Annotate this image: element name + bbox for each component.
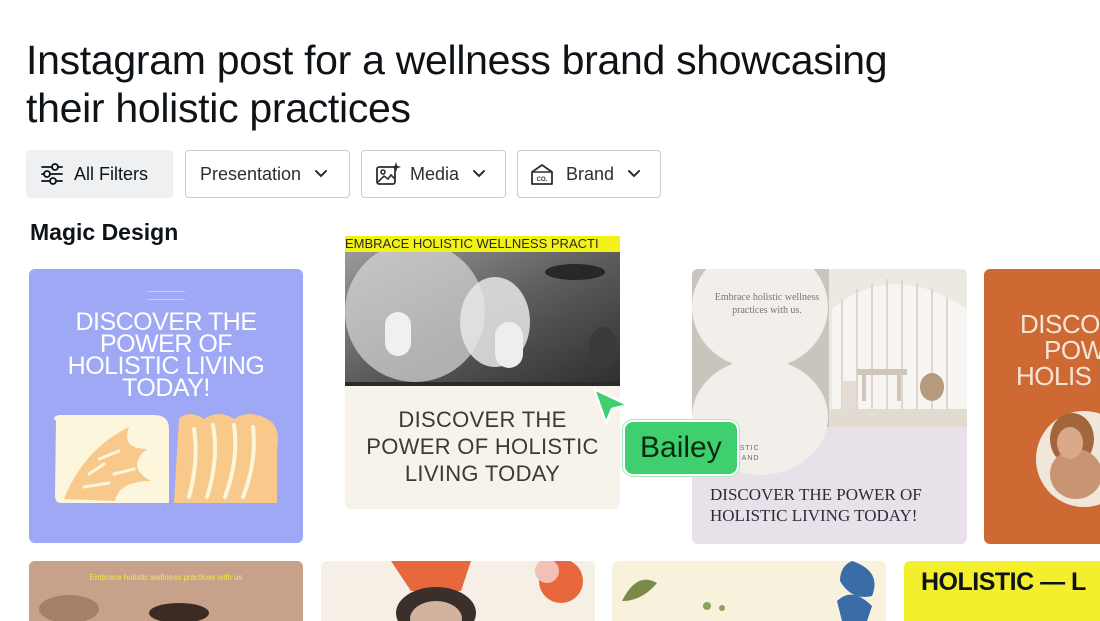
portrait-circle (1036, 411, 1100, 507)
collaborator-name-tag: Bailey (623, 420, 739, 476)
tagline: Embrace holistic wellness practices with… (714, 292, 820, 316)
brand-kit-icon: CO. (531, 164, 553, 185)
design-card-7[interactable] (612, 561, 886, 621)
heading-line: DISCOVER THE POWER OF (710, 485, 922, 504)
chevron-down-icon (628, 170, 641, 178)
floral-photo (321, 561, 595, 621)
design-card-5[interactable]: Embrace holistic wellness practices with… (29, 561, 303, 621)
brand-dropdown[interactable]: CO. Brand (517, 150, 661, 198)
chevron-down-icon (315, 170, 328, 178)
card-heading: DISCOVER THE POWER OF HOLISTIC LIVING TO… (710, 484, 960, 526)
brand-label: Brand (566, 163, 615, 184)
page-title: Instagram post for a wellness brand show… (26, 36, 926, 132)
design-card-8[interactable]: HOLISTIC — L (904, 561, 1100, 621)
page-title-line-1: Instagram post for a wellness brand show… (26, 37, 888, 83)
image-sparkle-icon (376, 162, 401, 185)
heading-line: DISCOVER THE (398, 407, 567, 432)
face-photo (345, 252, 620, 386)
leaf-illustration (54, 414, 278, 503)
sliders-icon (41, 163, 63, 185)
svg-text:CO.: CO. (537, 177, 548, 183)
botanical-illustration (612, 561, 886, 621)
all-filters-button[interactable]: All Filters (26, 150, 173, 198)
collaborator-cursor-icon (592, 387, 630, 425)
card-heading: DISCOVER THE POWER OF HOLISTIC LIVING TO… (345, 406, 620, 487)
section-title: Magic Design (30, 219, 179, 245)
heading-line: POWER OF HOLISTIC (366, 434, 599, 459)
all-filters-label: All Filters (74, 163, 149, 184)
presentation-dropdown[interactable]: Presentation (185, 150, 350, 198)
design-card-6[interactable] (321, 561, 595, 621)
tagline: Embrace holistic wellness practices with… (89, 573, 243, 582)
presentation-label: Presentation (200, 163, 302, 184)
media-dropdown[interactable]: Media (361, 150, 506, 198)
heading-line: HOLISTIC LIVING TODAY! (710, 506, 918, 525)
design-card-4[interactable]: DISCO POW HOLIS (984, 269, 1100, 544)
face-photo (29, 561, 303, 621)
design-card-2[interactable]: EMBRACE HOLISTIC WELLNESS PRACTI DISCOVE… (345, 236, 620, 509)
design-card-3[interactable]: Embrace holistic wellness practices with… (692, 269, 967, 544)
ticker-banner: EMBRACE HOLISTIC WELLNESS PRACTI (345, 236, 620, 252)
page-title-line-2: their holistic practices (26, 85, 411, 131)
card-heading: HOLISTIC — L (921, 568, 1086, 596)
chevron-down-icon (473, 170, 486, 178)
media-label: Media (410, 163, 460, 184)
design-card-1[interactable]: DISCOVER THE POWER OF HOLISTIC LIVING TO… (29, 269, 303, 543)
heading-line: LIVING TODAY (404, 461, 561, 486)
